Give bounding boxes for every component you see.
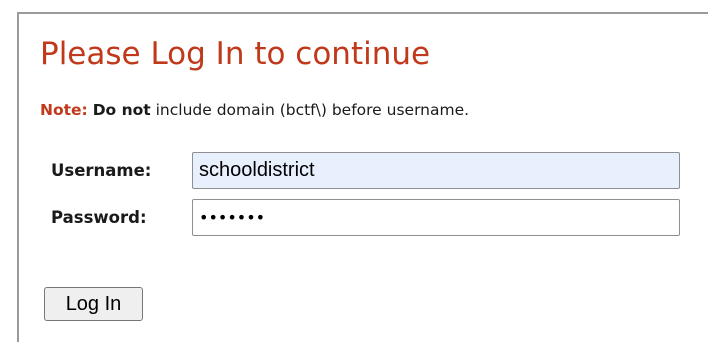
note-text: include domain (bctf\) before username. <box>150 101 470 119</box>
password-input[interactable] <box>192 199 680 236</box>
password-label: Password: <box>51 208 147 227</box>
note-label: Note: <box>40 101 88 119</box>
login-panel: Please Log In to continue Note: Do not i… <box>17 12 708 342</box>
username-input[interactable] <box>192 152 680 189</box>
login-button[interactable]: Log In <box>44 287 143 321</box>
username-label: Username: <box>51 161 152 180</box>
note-emphasis: Do not <box>92 101 151 119</box>
page-title: Please Log In to continue <box>40 36 431 72</box>
login-note: Note: Do not include domain (bctf\) befo… <box>40 100 469 120</box>
